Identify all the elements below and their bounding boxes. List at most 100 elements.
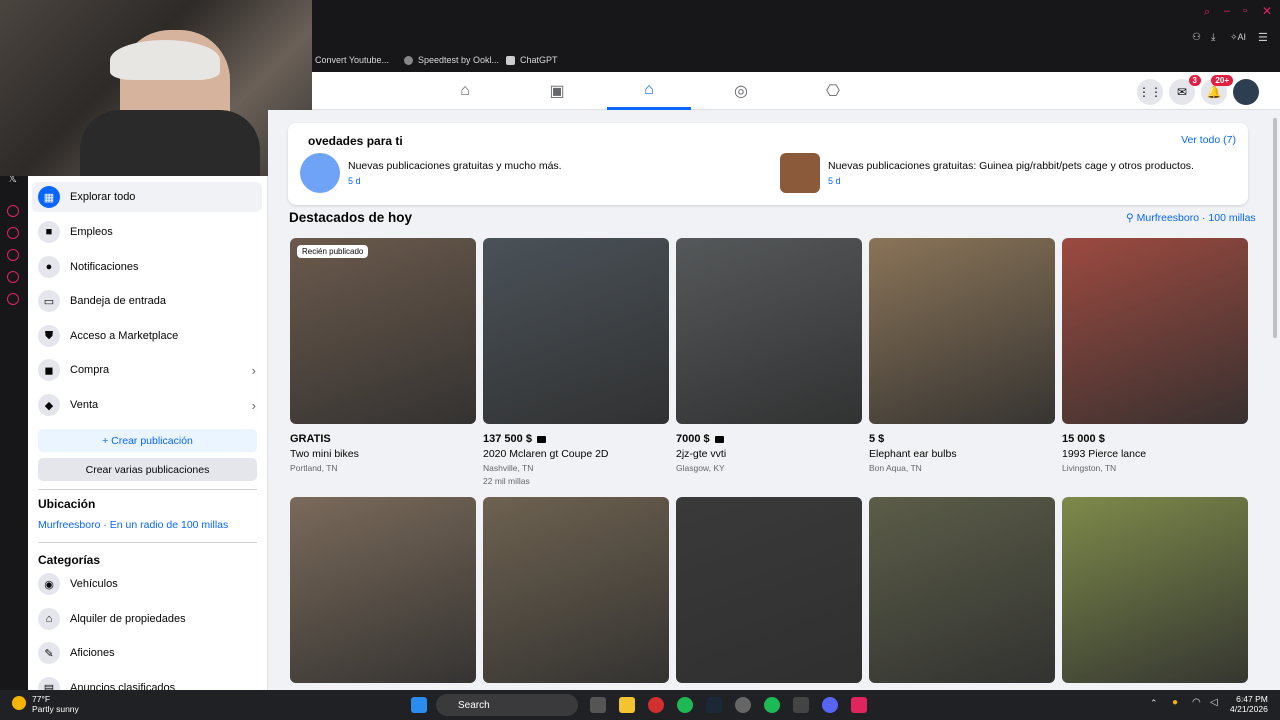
sidebar-item-sell[interactable]: ◆ Venta › (32, 390, 262, 420)
sidebar-item-inbox[interactable]: ▭ Bandeja de entrada (32, 286, 262, 316)
download-icon[interactable]: ⤓ (1211, 32, 1215, 43)
product-card[interactable] (483, 497, 669, 683)
close-icon[interactable]: ✕ (1262, 4, 1272, 18)
inbox-icon: ▭ (38, 290, 60, 312)
sidebar-item-notifications[interactable]: ● Notificaciones (32, 252, 262, 282)
sidebar-item-explore[interactable]: ▦ Explorar todo (32, 182, 262, 212)
product-image (869, 497, 1055, 683)
product-card[interactable]: 7000 $ 2jz-gte vvti Glasgow, KY (676, 238, 862, 473)
news-item[interactable]: Nuevas publicaciones gratuitas: Guinea p… (780, 153, 1194, 193)
weather-widget[interactable]: 77°F Partly sunny (32, 694, 79, 714)
bookmark-label: ChatGPT (520, 55, 558, 65)
location-link[interactable]: Murfreesboro · En un radio de 100 millas (38, 519, 228, 531)
network-icon[interactable]: ◠ (1192, 697, 1201, 708)
product-card[interactable] (1062, 497, 1248, 683)
pin-icon: ⚲ (1126, 212, 1134, 224)
today-heading: Destacados de hoy (289, 210, 413, 225)
create-listing-button[interactable]: + Crear publicación (38, 429, 257, 452)
marketplace-sidebar: ▦ Explorar todo ■ Empleos ● Notificaciones … (28, 176, 268, 690)
news-item-time: 5 d (828, 176, 841, 186)
tab-groups[interactable]: ◎ (699, 72, 783, 110)
create-multiple-listings-button[interactable]: Crear varias publicaciones (38, 458, 257, 481)
briefcase-icon: ■ (38, 221, 60, 243)
maximize-icon[interactable]: ▫ (1243, 5, 1247, 17)
product-mileage: 22 mil millas (483, 476, 530, 486)
location-filter-label: Murfreesboro · 100 millas (1136, 212, 1256, 224)
product-price: GRATIS (290, 433, 331, 445)
tab-marketplace[interactable]: ⌂ (607, 72, 691, 110)
spotify-icon[interactable] (764, 697, 780, 713)
settings-icon[interactable] (7, 293, 19, 305)
category-rentals[interactable]: ⌂ Alquiler de propiedades (32, 604, 262, 634)
location-filter[interactable]: ⚲ Murfreesboro · 100 millas (1126, 212, 1256, 224)
tray-chevron-icon[interactable]: ⌃ (1150, 698, 1158, 709)
menu-grid-button[interactable]: ⋮⋮ (1137, 79, 1163, 105)
product-card[interactable]: 137 500 $ 2020 Mclaren gt Coupe 2D Nashvil… (483, 238, 669, 486)
bag-icon: ◼ (38, 359, 60, 381)
search-box[interactable]: Search (436, 694, 578, 716)
product-card[interactable] (676, 497, 862, 683)
app-icon[interactable] (677, 697, 693, 713)
share-icon[interactable] (7, 271, 19, 283)
discord-icon[interactable] (822, 697, 838, 713)
tab-home[interactable]: ⌂ (423, 72, 507, 110)
scrollbar[interactable] (1270, 110, 1280, 690)
category-hobbies[interactable]: ✎ Aficiones (32, 638, 262, 668)
divider (38, 542, 257, 543)
messenger-button[interactable]: ✉ 3 (1169, 75, 1201, 105)
see-all-link[interactable]: Ver todo (7) (1181, 134, 1236, 146)
product-price-row: 5 $ (869, 433, 1055, 445)
news-item-text: Nuevas publicaciones gratuitas: Guinea p… (828, 160, 1194, 172)
record-icon[interactable] (7, 205, 19, 217)
task-view-icon[interactable] (590, 697, 606, 713)
product-image (1062, 497, 1248, 683)
tab-gaming[interactable]: ⎔ (791, 72, 875, 110)
product-card[interactable] (290, 497, 476, 683)
sidebar-item-buy[interactable]: ◼ Compra › (32, 355, 262, 385)
search-icon[interactable]: ⌕ (1204, 6, 1210, 19)
news-item[interactable]: Nuevas publicaciones gratuitas y mucho m… (300, 153, 562, 193)
bookmark-item[interactable]: Speedtest by Ookl... (404, 55, 499, 65)
webcam-overlay (0, 0, 312, 176)
history-icon[interactable] (7, 249, 19, 261)
ai-icon[interactable]: ✧AI (1230, 32, 1246, 43)
product-image (483, 238, 669, 424)
bookmark-item[interactable]: Convert Youtube... (315, 55, 389, 65)
steam-icon[interactable] (706, 697, 722, 713)
category-classifieds[interactable]: ▤ Anuncios clasificados (32, 673, 262, 690)
clock[interactable]: 6:47 PM 4/21/2026 (1230, 694, 1268, 714)
windows-start-icon[interactable] (411, 697, 427, 713)
categories-heading: Categorías (38, 553, 101, 567)
profile-icon[interactable]: ⚇ (1192, 32, 1201, 43)
product-price: 137 500 $ (483, 433, 532, 445)
product-card[interactable]: 15 000 $ 1993 Pierce lance Livingston, TN (1062, 238, 1248, 473)
sidebar-item-access[interactable]: ⛊ Acceso a Marketplace (32, 321, 262, 351)
weather-icon (12, 696, 26, 710)
file-explorer-icon[interactable] (619, 697, 635, 713)
app-icon[interactable] (735, 697, 751, 713)
shield-icon: ⛊ (38, 325, 60, 347)
mic-icon[interactable]: ● (1172, 697, 1178, 708)
opera-gx-icon[interactable] (648, 697, 664, 713)
app-icon[interactable] (793, 697, 809, 713)
send-icon[interactable] (7, 227, 19, 239)
volume-icon[interactable]: ◁ (1210, 697, 1218, 708)
product-card[interactable] (869, 497, 1055, 683)
product-card[interactable]: Recién publicado GRATIS Two mini bikes Port… (290, 238, 476, 473)
bookmark-item[interactable]: ChatGPT (506, 55, 558, 65)
notifications-button[interactable]: 🔔 20+ (1201, 75, 1233, 105)
product-card[interactable]: 5 $ Elephant ear bulbs Bon Aqua, TN (869, 238, 1055, 473)
cap-shape (110, 40, 220, 80)
scrollbar-thumb[interactable] (1273, 118, 1277, 338)
avatar[interactable] (1233, 79, 1259, 105)
product-location: Nashville, TN (483, 463, 534, 473)
app-icon[interactable] (851, 697, 867, 713)
house-icon: ⌂ (38, 608, 60, 630)
sidebar-item-jobs[interactable]: ■ Empleos (32, 217, 262, 247)
minimize-icon[interactable]: – (1224, 5, 1230, 17)
product-image (869, 238, 1055, 424)
sidebar-item-label: Venta (70, 399, 99, 411)
tab-video[interactable]: ▣ (515, 72, 599, 110)
category-vehicles[interactable]: ◉ Vehículos (32, 569, 262, 599)
menu-icon[interactable]: ☰ (1258, 31, 1268, 44)
